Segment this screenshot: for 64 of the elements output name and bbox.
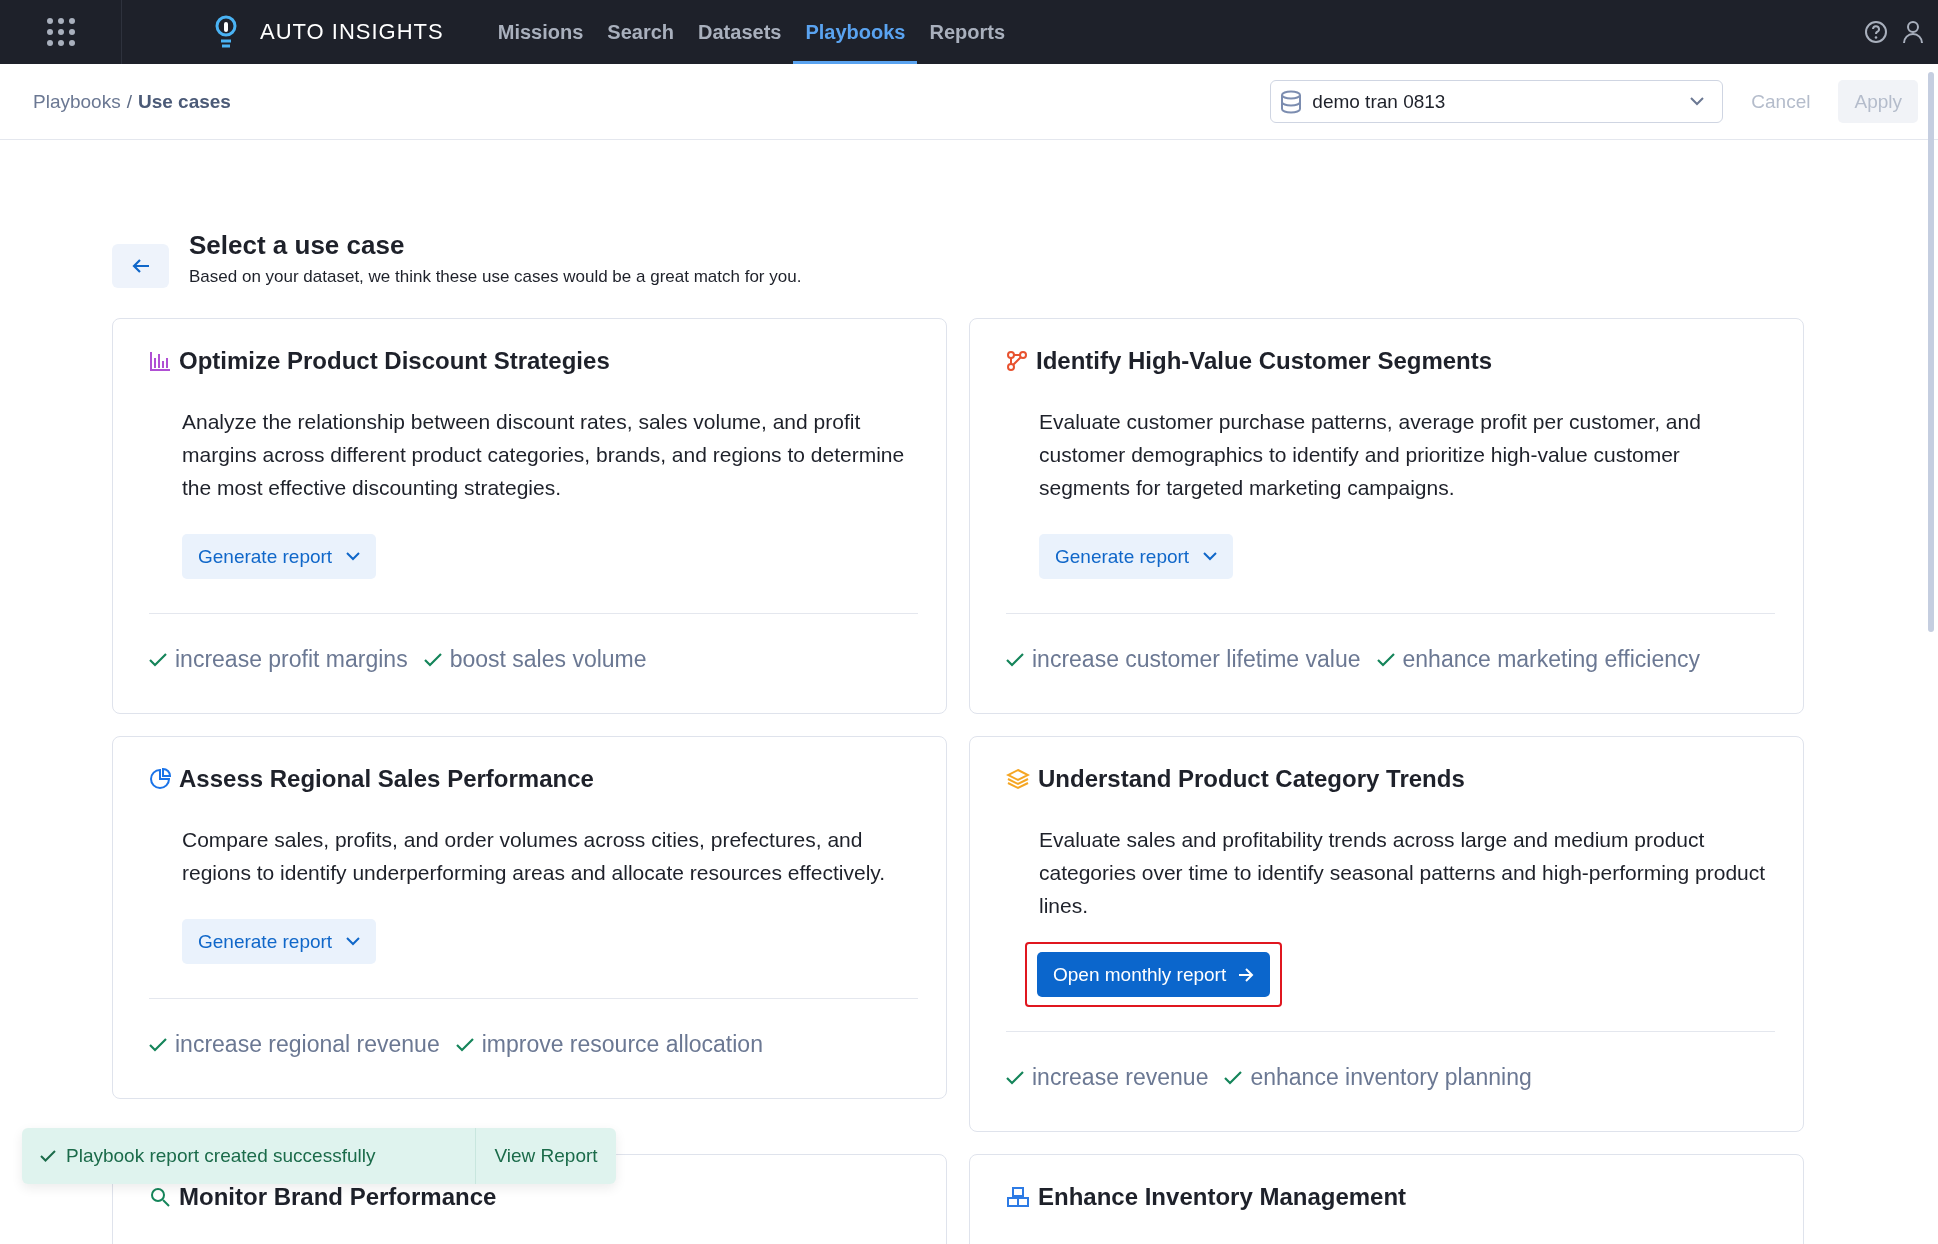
nav-tab[interactable]: Search <box>595 0 687 64</box>
card-description: Evaluate sales and profitability trends across large and medium product categories over time to identify seasonal patterns and high-performing product lines. <box>1039 827 1767 919</box>
nodes-icon <box>1006 350 1028 372</box>
toast-message: Playbook report created successfully <box>66 1145 376 1167</box>
nav-tab[interactable]: Playbooks <box>793 0 918 64</box>
goal-label: enhance inventory planning <box>1250 1064 1532 1091</box>
card-title: Understand Product Category Trends <box>1038 765 1465 793</box>
page-title: Select a use case <box>189 230 406 261</box>
chevron-down-icon <box>346 937 361 946</box>
pie-chart-icon <box>149 768 171 790</box>
user-icon[interactable] <box>1902 20 1924 44</box>
check-icon <box>1006 1070 1024 1085</box>
breadcrumb-separator: / <box>126 90 132 113</box>
brand-name: AUTO INSIGHTS <box>260 19 444 45</box>
check-icon <box>423 652 442 667</box>
dataset-select[interactable]: demo tran 0813 <box>1270 80 1724 123</box>
check-icon <box>40 1150 56 1162</box>
nav-tab[interactable]: Missions <box>485 0 596 64</box>
generate-report-button[interactable]: Generate report <box>1039 534 1234 579</box>
card-description: Analyze the relationship between discount rates, sales volume, and profit margins across different product categories, brands, and regions to determine the most effective discounting strategies. <box>182 409 906 501</box>
card-title: Monitor Brand Performance <box>179 1183 497 1211</box>
nav-tab[interactable]: Datasets <box>686 0 794 64</box>
chevron-down-icon <box>1690 97 1705 106</box>
card-title: Optimize Product Discount Strategies <box>179 347 610 375</box>
check-icon <box>455 1037 474 1052</box>
open-report-button[interactable]: Open monthly report <box>1037 952 1271 997</box>
generate-report-button[interactable]: Generate report <box>182 919 377 964</box>
database-icon <box>1280 89 1303 114</box>
bar-chart-icon <box>149 350 171 372</box>
boxes-icon <box>1006 1186 1030 1208</box>
view-report-button[interactable]: View Report <box>475 1128 616 1184</box>
goal-label: boost sales volume <box>449 646 647 673</box>
breadcrumb-item[interactable]: Playbooks <box>33 90 121 113</box>
layers-icon <box>1006 768 1030 790</box>
check-icon <box>1224 1070 1243 1085</box>
help-icon[interactable] <box>1864 20 1888 44</box>
nav-tab[interactable]: Reports <box>917 0 1018 64</box>
card-title: Enhance Inventory Management <box>1038 1183 1407 1211</box>
chevron-down-icon <box>1203 552 1218 561</box>
check-icon <box>1376 652 1395 667</box>
chevron-down-icon <box>346 552 361 561</box>
scrollbar-thumb[interactable] <box>1928 72 1934 632</box>
search-icon <box>149 1186 171 1208</box>
app-grid-icon[interactable] <box>45 17 76 47</box>
check-icon <box>149 1037 167 1052</box>
breadcrumb-item: Use cases <box>137 90 231 113</box>
generate-report-button[interactable]: Generate report <box>182 534 377 579</box>
card-title: Assess Regional Sales Performance <box>179 765 594 793</box>
check-icon <box>149 652 167 667</box>
check-icon <box>1006 652 1024 667</box>
goal-label: enhance marketing efficiency <box>1402 646 1700 673</box>
card-description: Compare sales, profits, and order volumes across cities, prefectures, and regions to identify underperforming areas and allocate resources effectively. <box>182 827 887 886</box>
goal-label: increase customer lifetime value <box>1032 646 1361 673</box>
page-subtitle: Based on your dataset, we think these use cases would be a great match for you. <box>189 267 802 287</box>
back-button[interactable] <box>112 244 169 288</box>
goal-label: improve resource allocation <box>481 1031 763 1058</box>
goal-label: increase regional revenue <box>175 1031 440 1058</box>
arrow-left-icon <box>131 258 150 274</box>
goal-label: increase profit margins <box>175 646 408 673</box>
arrow-right-icon <box>1238 966 1255 983</box>
lightbulb-logo-icon <box>214 15 238 49</box>
goal-label: increase revenue <box>1032 1064 1209 1091</box>
card-title: Identify High-Value Customer Segments <box>1036 347 1493 375</box>
card-description: Evaluate customer purchase patterns, average profit per customer, and customer demographics to identify and prioritize high-value customer segments for targeted marketing campaigns. <box>1039 409 1702 501</box>
